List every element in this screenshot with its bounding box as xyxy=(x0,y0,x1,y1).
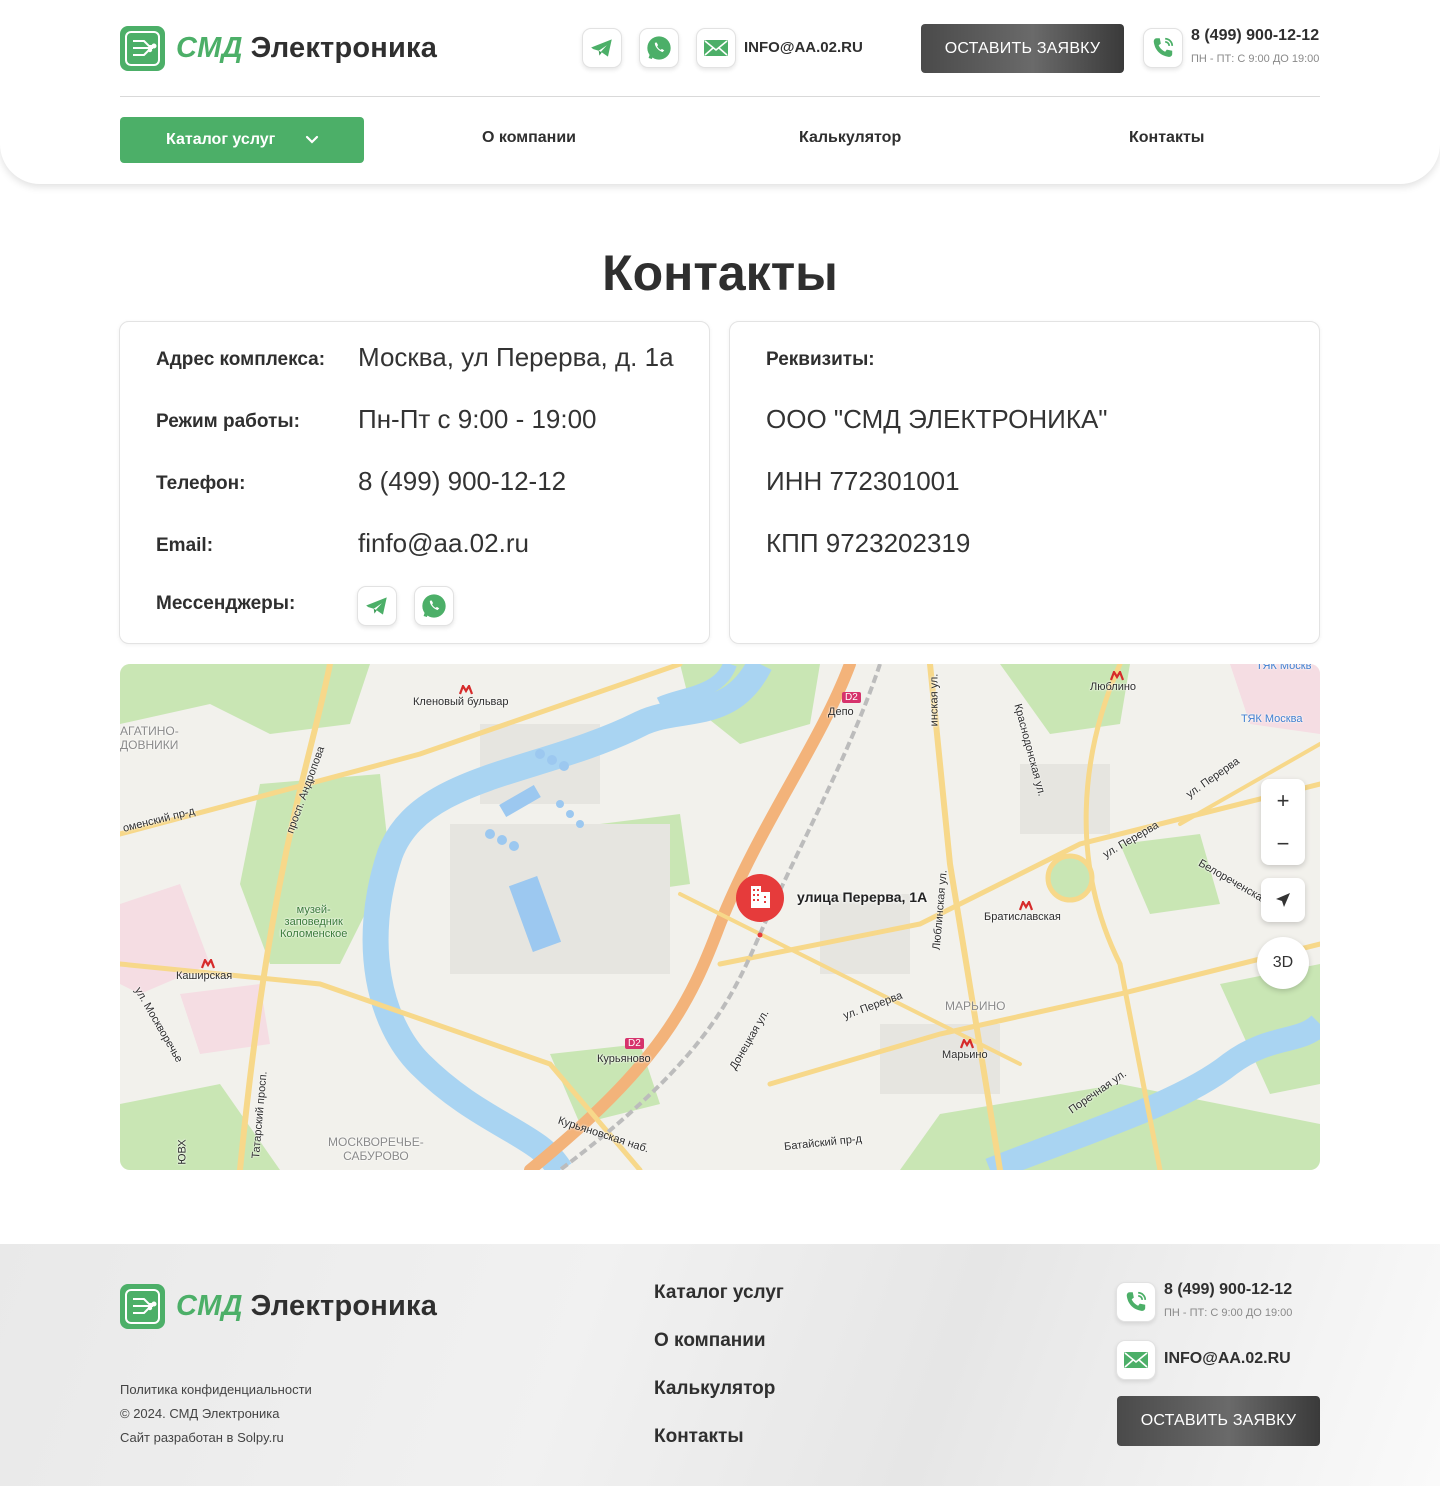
footer-phone[interactable]: 8 (499) 900-12-12 xyxy=(1164,1281,1292,1299)
telegram-icon[interactable] xyxy=(357,586,397,626)
footer-request-button[interactable]: ОСТАВИТЬ ЗАЯВКУ xyxy=(1117,1396,1320,1446)
site-footer: СМД Электроника Политика конфиденциальнос… xyxy=(0,1244,1440,1486)
phone-label: Телефон: xyxy=(156,473,246,494)
map-label-nagatino: АГАТИНО- ДОВНИКИ xyxy=(120,724,179,752)
messengers-label: Мессенджеры: xyxy=(156,593,296,614)
header-divider xyxy=(120,96,1320,97)
logo-part-electronics: Электроника xyxy=(250,32,438,64)
circuit-logo-icon xyxy=(120,1284,165,1329)
requisites-card: Реквизиты: ООО "СМД ЭЛЕКТРОНИКА" ИНН 772… xyxy=(729,321,1320,644)
map-label-kleno: Кленовый бульвар xyxy=(413,696,509,708)
metro-icon xyxy=(459,685,473,695)
metro-icon xyxy=(1019,901,1033,911)
phone-value[interactable]: 8 (499) 900-12-12 xyxy=(358,466,566,497)
footer-link-contacts[interactable]: Контакты xyxy=(654,1426,744,1448)
phone-icon[interactable] xyxy=(1143,28,1183,68)
hours-label: Режим работы: xyxy=(156,411,300,432)
map-label-lyublino: Люблино xyxy=(1090,681,1137,693)
footer-hours: ПН - ПТ: С 9:00 ДО 19:00 xyxy=(1164,1307,1293,1319)
map-label-yuvkh: ЮВХ xyxy=(176,1139,189,1165)
logo-part-smd: СМД xyxy=(176,32,243,64)
address-value: Москва, ул Перерва, д. 1а xyxy=(358,342,674,372)
catalog-label: Каталог услуг xyxy=(166,131,276,148)
map-pin-label: улица Перерва, 1А xyxy=(797,889,928,905)
address-label: Адрес комплекса: xyxy=(156,349,326,370)
location-map[interactable]: Кленовый бульвар Депо Люблино ТЯК Москв … xyxy=(120,664,1320,1170)
logo-wordmark: СМД Электроника xyxy=(176,32,437,65)
requisites-label: Реквизиты: xyxy=(766,349,875,370)
map-label-bratislavskaya: Братиславская xyxy=(984,911,1061,923)
footer-email[interactable]: INFO@AA.02.RU xyxy=(1164,1350,1291,1368)
logo-part-electronics: Электроника xyxy=(250,1290,438,1322)
zoom-in-button[interactable]: + xyxy=(1261,779,1305,822)
company-name: ООО "СМД ЭЛЕКТРОНИКА" xyxy=(766,404,1108,434)
chevron-down-icon xyxy=(305,135,319,144)
whatsapp-icon[interactable] xyxy=(639,28,679,68)
map-label-d2-top: D2 xyxy=(842,692,861,703)
footer-link-calculator[interactable]: Калькулятор xyxy=(654,1378,775,1400)
header-hours: ПН - ПТ: С 9:00 ДО 19:00 xyxy=(1191,53,1320,65)
inn-value: ИНН 772301001 xyxy=(766,466,960,496)
site-header: СМД Электроника INFO@AA.02.RU ОСТАВИТЬ ЗА… xyxy=(0,0,1440,184)
map-label-moskvorechye: МОСКВОРЕЧЬЕ- САБУРОВО xyxy=(328,1135,424,1163)
footer-logo[interactable]: СМД Электроника xyxy=(120,1284,437,1329)
nav-contacts[interactable]: Контакты xyxy=(1129,129,1204,147)
privacy-policy-link[interactable]: Политика конфиденциальности xyxy=(120,1382,312,1397)
metro-icon xyxy=(1110,671,1124,681)
nav-about[interactable]: О компании xyxy=(482,129,576,147)
mail-icon[interactable] xyxy=(696,28,736,68)
map-label-museum: музей- заповедник Коломенское xyxy=(280,904,348,940)
logo-wordmark: СМД Электроника xyxy=(176,1290,437,1323)
nav-calculator[interactable]: Калькулятор xyxy=(799,129,901,147)
map-label-maryino-district: МАРЬИНО xyxy=(945,999,1006,1013)
metro-icon xyxy=(201,959,215,969)
map-label-tyak2: ТЯК Москва xyxy=(1241,713,1303,725)
map-3d-button[interactable]: 3D xyxy=(1257,937,1309,989)
kpp-value: КПП 9723202319 xyxy=(766,528,971,558)
email-value[interactable]: finfo@aa.02.ru xyxy=(358,528,529,559)
header-phone[interactable]: 8 (499) 900-12-12 xyxy=(1191,27,1319,45)
page-title: Контакты xyxy=(602,245,838,301)
phone-icon[interactable] xyxy=(1116,1282,1156,1322)
map-label-depo: Депо xyxy=(828,706,854,718)
telegram-icon[interactable] xyxy=(582,28,622,68)
developer-link[interactable]: Сайт разработан в Solpy.ru xyxy=(120,1430,284,1445)
logo-part-smd: СМД xyxy=(176,1290,243,1322)
copyright-text: © 2024. СМД Электроника xyxy=(120,1406,280,1421)
map-label-maryino: Марьино xyxy=(942,1049,988,1061)
map-label-d2-bottom: D2 xyxy=(625,1038,644,1049)
contacts-card: Адрес комплекса: Москва, ул Перерва, д. … xyxy=(119,321,710,644)
zoom-control: + − xyxy=(1261,779,1305,865)
navigation-arrow-icon xyxy=(1276,893,1290,907)
header-email-link[interactable]: INFO@AA.02.RU xyxy=(744,39,863,56)
location-pin-icon[interactable] xyxy=(734,872,786,938)
map-label-tyak1: ТЯК Москв xyxy=(1256,664,1312,672)
mail-icon[interactable] xyxy=(1116,1340,1156,1380)
catalog-dropdown-button[interactable]: Каталог услуг xyxy=(120,117,364,163)
circuit-logo-icon xyxy=(120,26,165,71)
footer-link-catalog[interactable]: Каталог услуг xyxy=(654,1282,784,1304)
metro-icon xyxy=(960,1039,974,1049)
hours-value: Пн-Пт с 9:00 - 19:00 xyxy=(358,404,597,434)
zoom-out-button[interactable]: − xyxy=(1261,822,1305,865)
footer-link-about[interactable]: О компании xyxy=(654,1330,766,1352)
map-label-kashirskaya: Каширская xyxy=(176,970,233,982)
map-label-kuryanovo: Курьяново xyxy=(597,1053,651,1065)
email-label: Email: xyxy=(156,535,214,556)
geolocation-button[interactable] xyxy=(1261,878,1305,922)
whatsapp-icon[interactable] xyxy=(414,586,454,626)
header-request-button[interactable]: ОСТАВИТЬ ЗАЯВКУ xyxy=(921,24,1124,73)
header-logo[interactable]: СМД Электроника xyxy=(120,26,437,71)
map-label-inskaya: инская ул. xyxy=(928,673,941,727)
